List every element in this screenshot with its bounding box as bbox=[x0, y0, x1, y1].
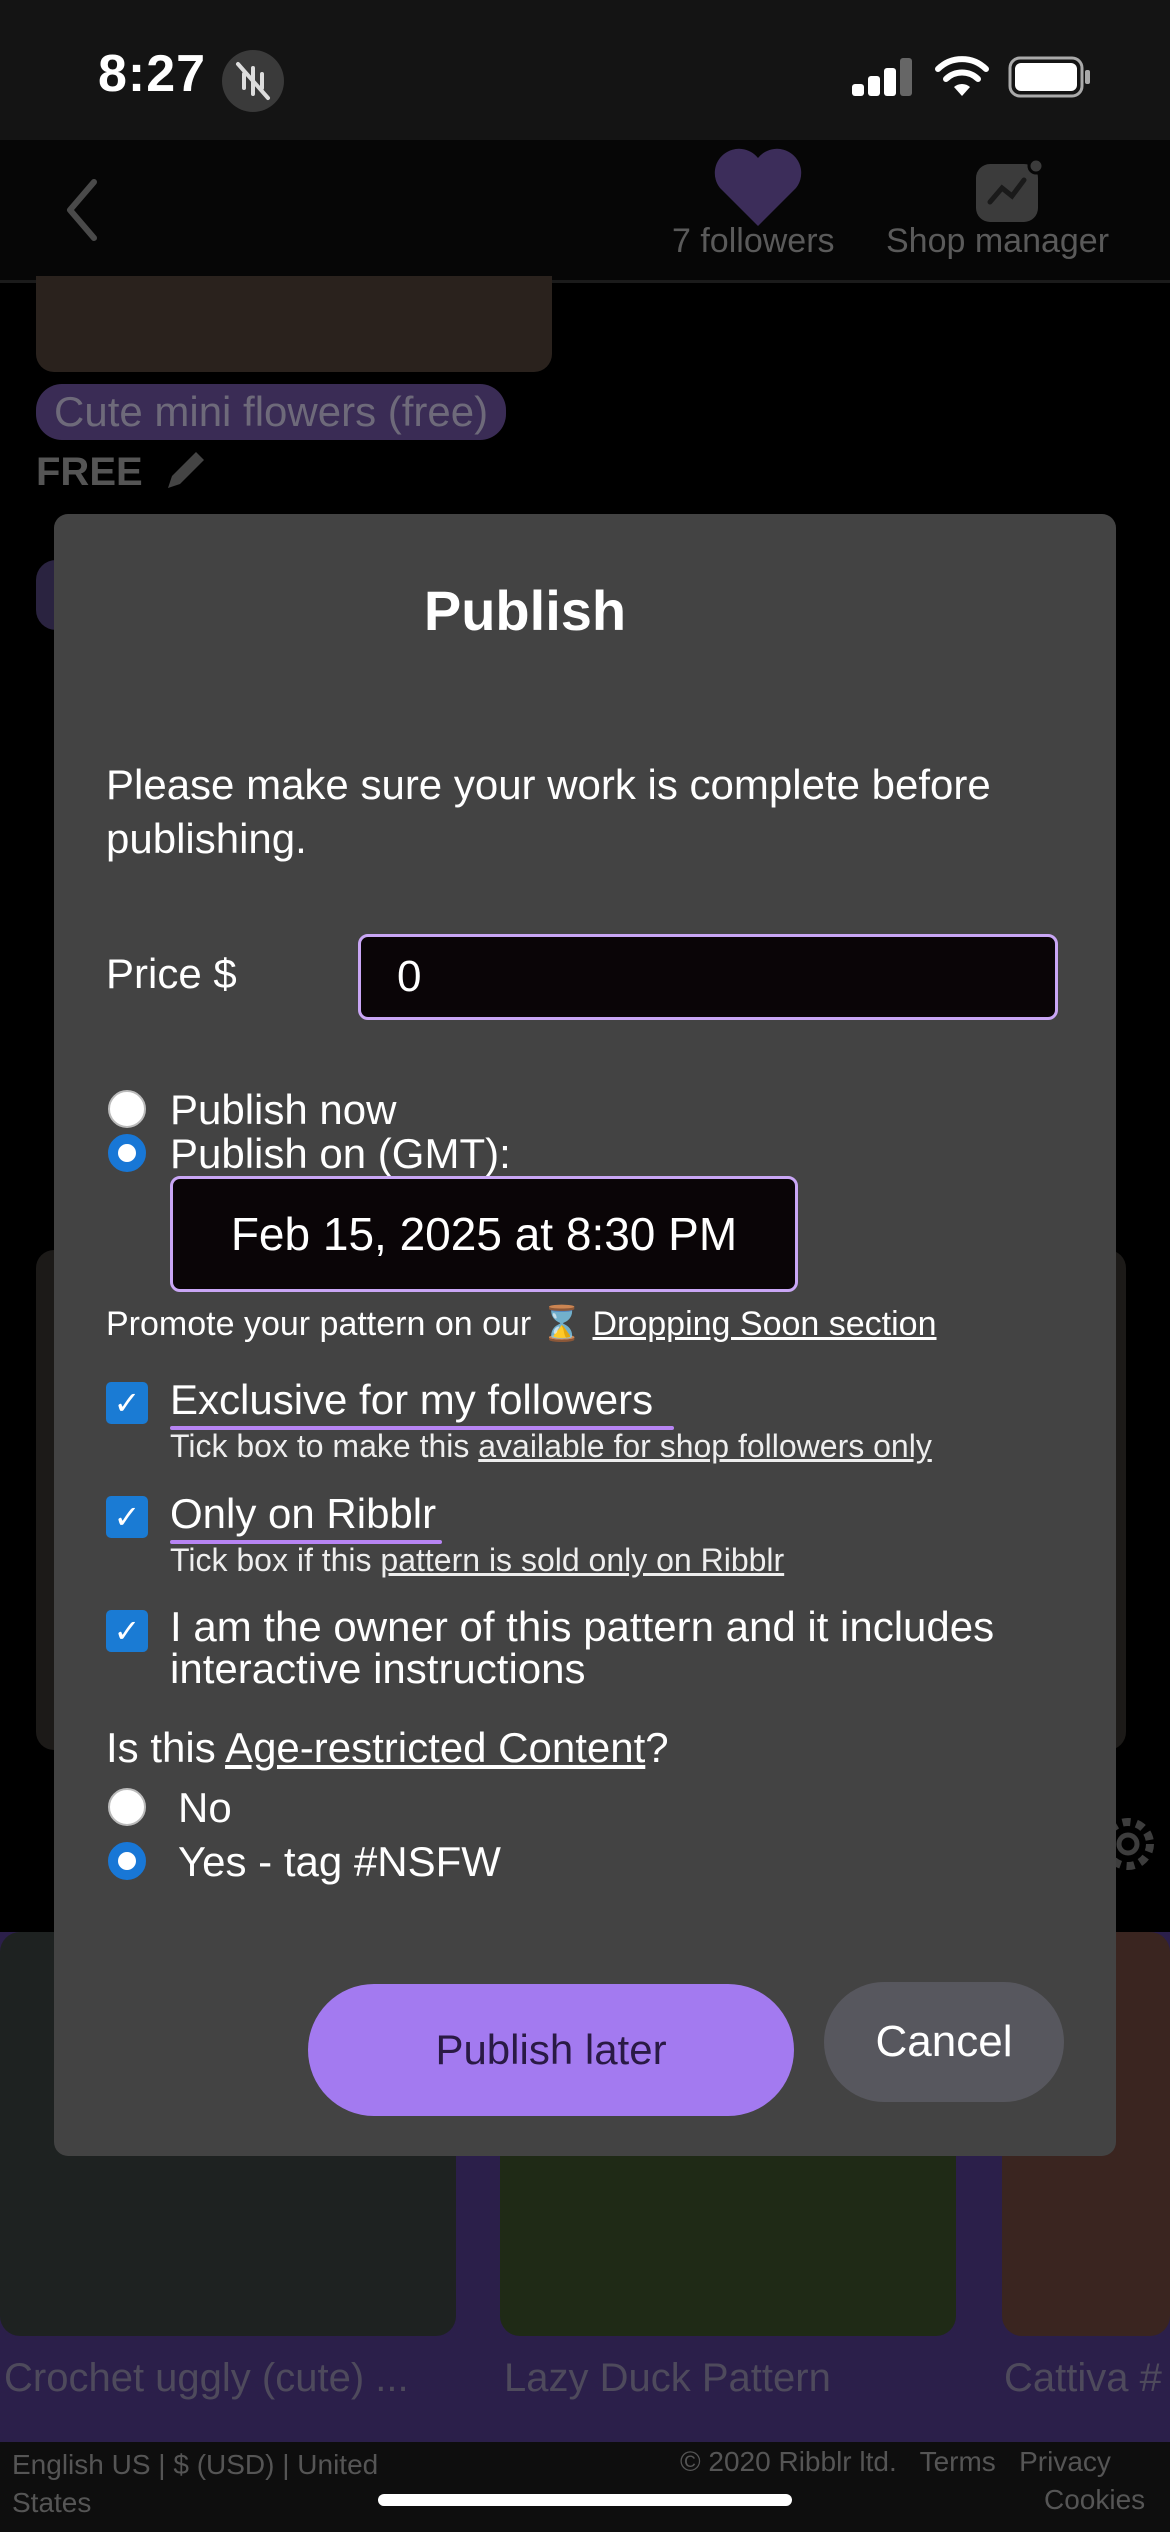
pattern-thumbnail[interactable] bbox=[36, 276, 552, 372]
only-ribblr-sub-prefix: Tick box if this bbox=[170, 1542, 372, 1578]
age-restricted-link[interactable]: Age-restricted Content bbox=[225, 1724, 645, 1771]
promote-text: Promote your pattern on our ⌛ Dropping S… bbox=[106, 1304, 937, 1344]
publish-date-picker[interactable]: Feb 15, 2025 at 8:30 PM bbox=[170, 1176, 798, 1292]
publish-now-label[interactable]: Publish now bbox=[170, 1086, 396, 1134]
age-yes-radio[interactable] bbox=[108, 1842, 146, 1880]
cancel-button[interactable]: Cancel bbox=[824, 1982, 1064, 2102]
shop-manager-icon[interactable] bbox=[974, 157, 1046, 229]
cellular-signal-icon bbox=[852, 58, 914, 96]
shop-manager-label[interactable]: Shop manager bbox=[886, 222, 1109, 261]
only-ribblr-subtext: Tick box if this pattern is sold only on… bbox=[170, 1542, 784, 1579]
age-yes-label[interactable]: Yes - tag #NSFW bbox=[178, 1838, 501, 1886]
age-q-suffix: ? bbox=[645, 1724, 669, 1771]
exclusive-followers-label[interactable]: Exclusive for my followers bbox=[170, 1378, 653, 1422]
price-input[interactable] bbox=[358, 934, 1058, 1020]
only-ribblr-label[interactable]: Only on Ribblr bbox=[170, 1492, 436, 1536]
age-restricted-question: Is this Age-restricted Content? bbox=[106, 1724, 669, 1772]
price-free-label: FREE bbox=[36, 450, 143, 494]
only-ribblr-checkbox[interactable]: ✓ bbox=[106, 1496, 148, 1538]
only-ribblr-sub-link[interactable]: pattern is sold only on Ribblr bbox=[380, 1542, 784, 1578]
exclusive-sub-prefix: Tick box to make this bbox=[170, 1428, 470, 1464]
home-indicator[interactable] bbox=[378, 2494, 792, 2506]
publish-on-radio[interactable] bbox=[108, 1134, 146, 1172]
pattern-tag[interactable]: Cute mini flowers (free) bbox=[36, 384, 507, 440]
publish-now-radio[interactable] bbox=[108, 1090, 146, 1128]
recommended-title-3[interactable]: Cattiva # bbox=[1004, 2356, 1162, 2401]
dropping-soon-link[interactable]: Dropping Soon section bbox=[592, 1305, 936, 1343]
hourglass-icon: ⌛ bbox=[540, 1305, 584, 1343]
age-no-label[interactable]: No bbox=[178, 1784, 232, 1832]
age-no-radio[interactable] bbox=[108, 1788, 146, 1826]
exclusive-sub-link[interactable]: available for shop followers only bbox=[478, 1428, 932, 1464]
dialog-title: Publish bbox=[423, 579, 627, 642]
no-sound-icon bbox=[222, 50, 284, 112]
exclusive-subtext: Tick box to make this available for shop… bbox=[170, 1428, 932, 1465]
app-header: 7 followers Shop manager bbox=[0, 140, 1170, 283]
recommended-title-2[interactable]: Lazy Duck Pattern bbox=[504, 2356, 831, 2401]
battery-icon bbox=[1008, 56, 1092, 103]
exclusive-followers-checkbox[interactable]: ✓ bbox=[106, 1382, 148, 1424]
footer-links[interactable]: © 2020 Ribblr ltd. Terms Privacy bbox=[680, 2446, 1111, 2478]
footer: English US | $ (USD) | United States © 2… bbox=[0, 2442, 1170, 2532]
publish-on-label[interactable]: Publish on (GMT): bbox=[170, 1130, 511, 1178]
wifi-icon bbox=[934, 54, 990, 103]
age-q-prefix: Is this bbox=[106, 1724, 216, 1771]
recommended-title-1[interactable]: Crochet uggly (cute) ... bbox=[4, 2356, 409, 2401]
heart-icon[interactable] bbox=[712, 146, 804, 233]
footer-cookies[interactable]: Cookies bbox=[1044, 2484, 1145, 2516]
owner-checkbox[interactable]: ✓ bbox=[106, 1610, 148, 1652]
followers-count[interactable]: 7 followers bbox=[672, 222, 835, 261]
footer-locale[interactable]: English US | $ (USD) | United States bbox=[12, 2446, 442, 2522]
promote-prefix: Promote your pattern on our bbox=[106, 1305, 532, 1343]
owner-label[interactable]: I am the owner of this pattern and it in… bbox=[170, 1606, 1070, 1690]
edit-pencil-icon[interactable] bbox=[160, 446, 210, 501]
dialog-intro-text: Please make sure your work is complete b… bbox=[106, 761, 991, 862]
price-label: Price $ bbox=[106, 950, 237, 997]
status-time: 8:27 bbox=[98, 45, 207, 103]
status-bar: 8:27 bbox=[0, 0, 1170, 140]
publish-later-button[interactable]: Publish later bbox=[308, 1984, 794, 2116]
back-arrow-icon[interactable] bbox=[62, 178, 102, 247]
